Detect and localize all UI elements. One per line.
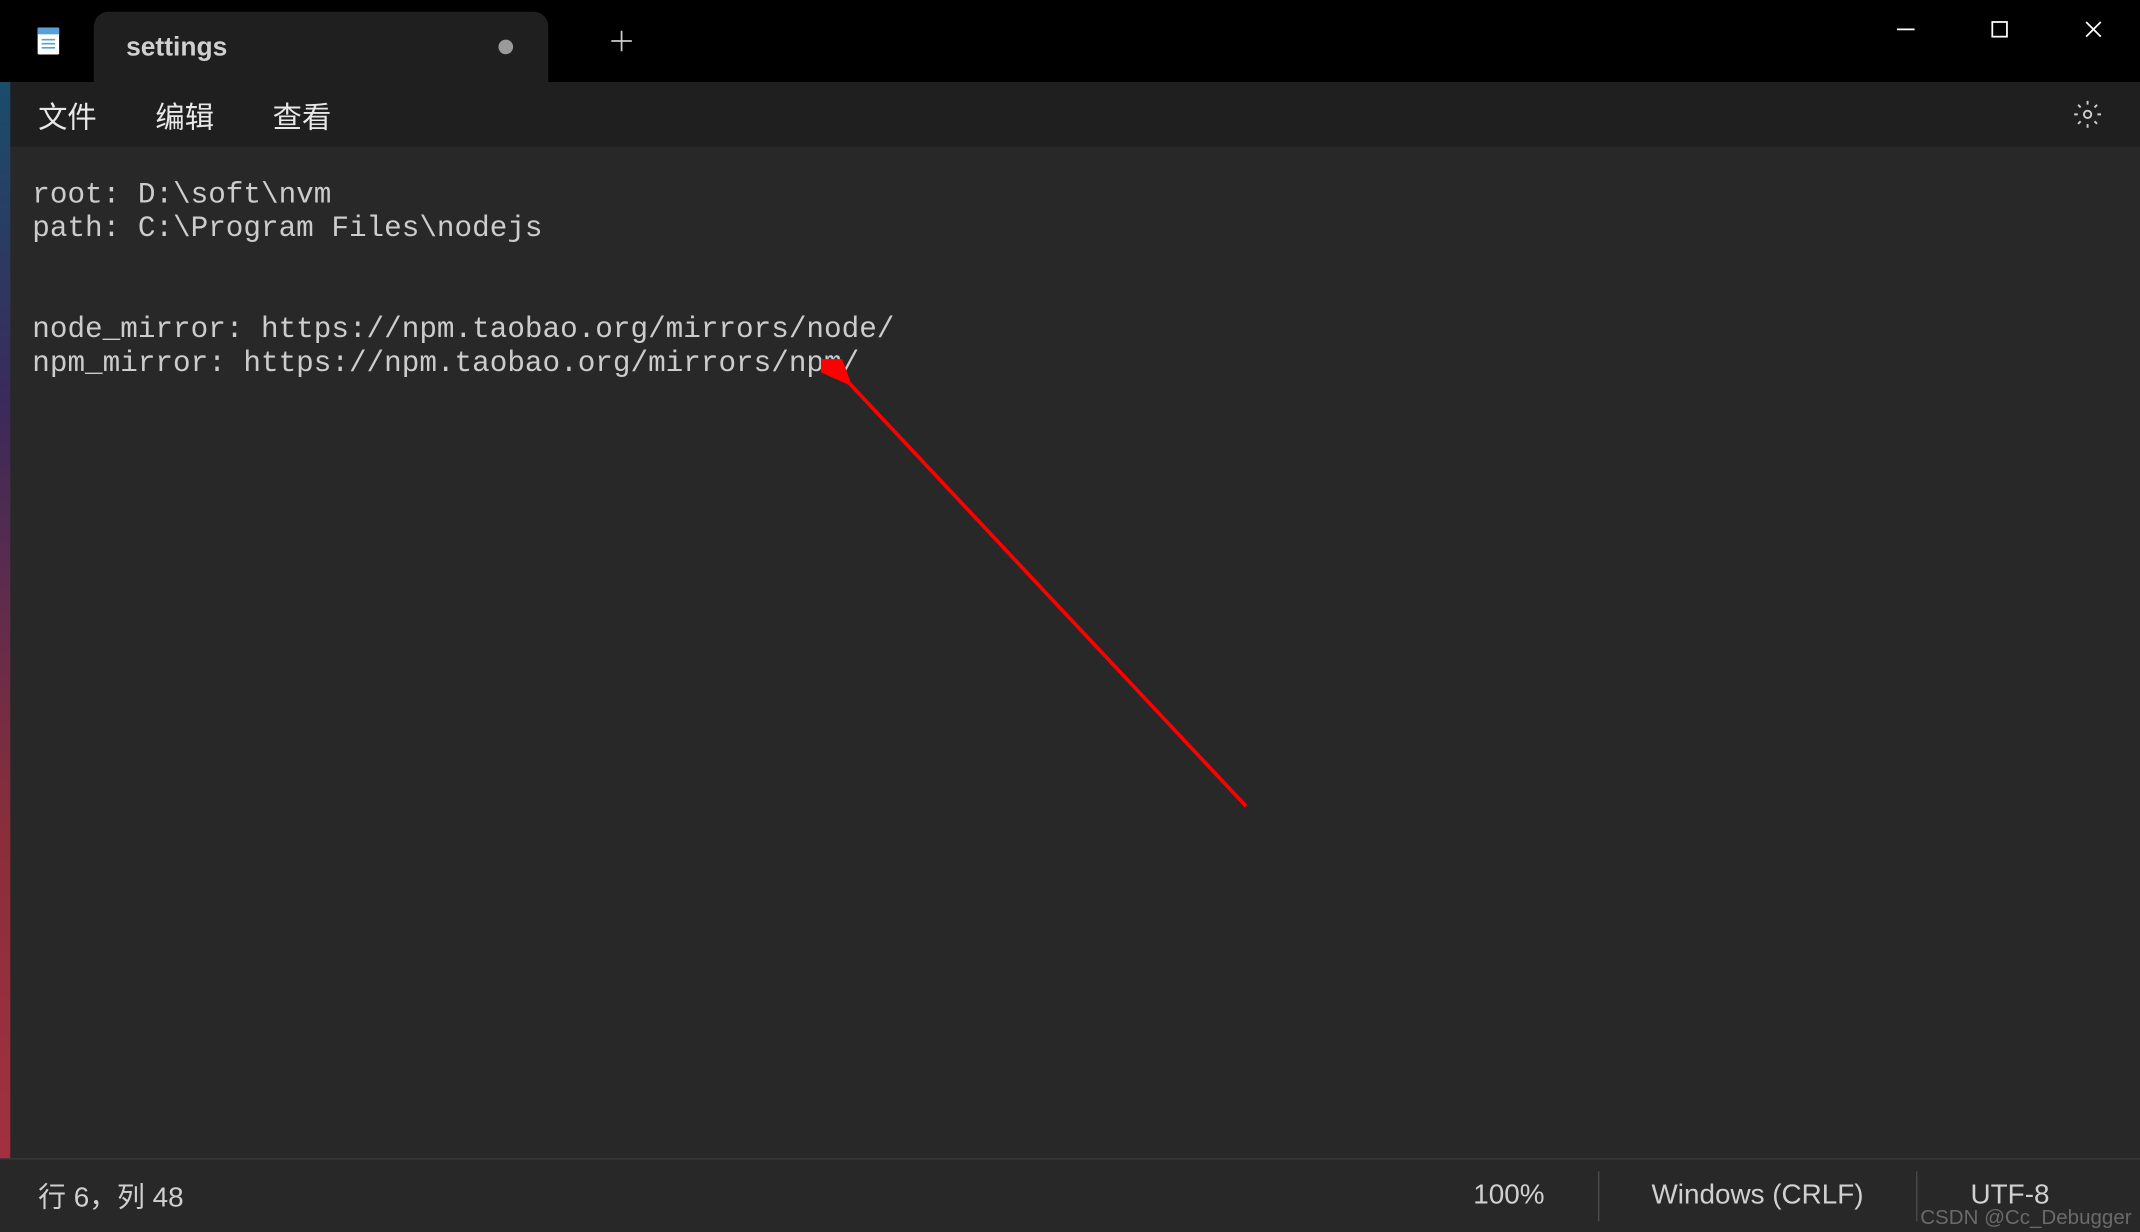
text-editor[interactable]: root: D:\soft\nvm path: C:\Program Files… [0, 147, 2140, 1159]
close-button[interactable] [2047, 0, 2140, 59]
minimize-button[interactable] [1859, 0, 1953, 59]
menu-edit[interactable]: 编辑 [135, 84, 235, 144]
decorative-edge [0, 82, 10, 1158]
status-line-ending[interactable]: Windows (CRLF) [1597, 1171, 1916, 1221]
status-position[interactable]: 行 6，列 48 [38, 1171, 236, 1221]
menu-bar: 文件 编辑 查看 [0, 82, 2140, 147]
notepad-icon [32, 25, 64, 57]
menu-view[interactable]: 查看 [252, 84, 352, 144]
tab-settings[interactable]: settings [94, 12, 548, 82]
watermark: CSDN @Cc_Debugger [1920, 1205, 2131, 1228]
status-zoom[interactable]: 100% [1473, 1171, 1597, 1221]
status-bar: 行 6，列 48 100% Windows (CRLF) UTF-8 [0, 1158, 2140, 1231]
menu-file[interactable]: 文件 [18, 84, 118, 144]
window-controls [1859, 0, 2140, 82]
gear-icon[interactable] [2061, 88, 2114, 141]
maximize-button[interactable] [1953, 0, 2047, 59]
new-tab-button[interactable] [595, 15, 648, 68]
modified-indicator-icon [498, 40, 513, 55]
title-bar: settings [0, 0, 2140, 82]
tab-title: settings [126, 32, 227, 63]
